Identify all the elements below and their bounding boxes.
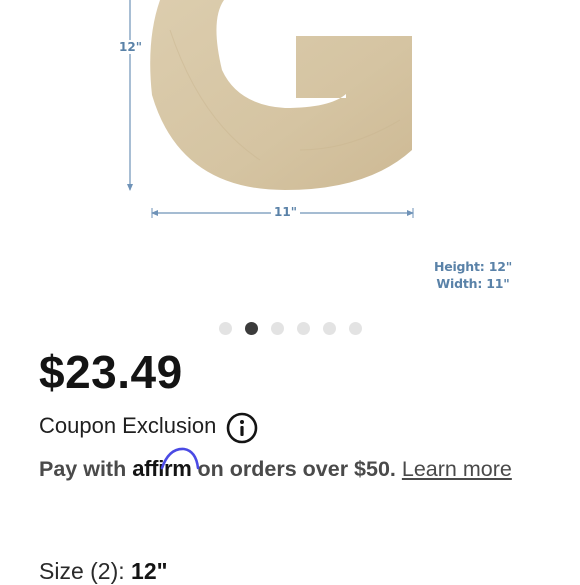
affirm-suffix: on orders over $50. [197, 457, 396, 481]
image-carousel-dots [219, 322, 362, 335]
height-text: Height: 12" [433, 259, 513, 274]
affirm-prefix: Pay with [39, 457, 127, 481]
carousel-dot[interactable] [271, 322, 284, 335]
letter-g-shape [150, 0, 412, 190]
height-marker-label: 12" [118, 40, 143, 54]
dimensions-caption: Height: 12" Width: 11" [418, 258, 528, 292]
affirm-financing-message: Pay with affirm on orders over $50. Lear… [39, 447, 539, 486]
product-image: 12" 11" Height: 12" Width: 11" [0, 0, 580, 310]
info-icon[interactable] [226, 412, 258, 444]
affirm-logo: affirm [132, 447, 200, 485]
width-text: Width: 11" [436, 276, 510, 291]
learn-more-link[interactable]: Learn more [402, 457, 512, 481]
affirm-arc-icon [160, 447, 200, 470]
product-price: $23.49 [39, 346, 183, 398]
width-marker-label: 11" [271, 205, 300, 219]
carousel-dot[interactable] [219, 322, 232, 335]
carousel-dot-active[interactable] [245, 322, 258, 335]
coupon-exclusion-label: Coupon Exclusion [39, 413, 217, 438]
carousel-dot[interactable] [323, 322, 336, 335]
size-selector-label: Size (2): 12" [39, 558, 168, 585]
carousel-dot[interactable] [349, 322, 362, 335]
size-value: 12" [131, 558, 168, 584]
coupon-exclusion: Coupon Exclusion [39, 412, 258, 444]
size-label: Size (2): [39, 558, 125, 584]
carousel-dot[interactable] [297, 322, 310, 335]
